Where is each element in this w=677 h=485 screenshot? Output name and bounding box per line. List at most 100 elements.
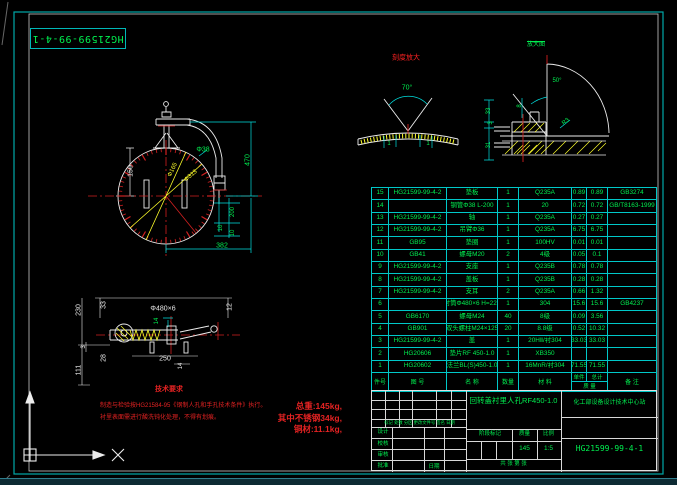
tech-req-line: 制造与检验按HG21584-95《钢制人孔和手孔技术条件》执行。 — [100, 403, 267, 409]
bom-cell: 2 — [498, 286, 519, 298]
bom-row: 3 HG21599-99-4-2 盖 1 20HⅡ/衬304 33.03 33.03 — [372, 335, 656, 349]
bom-cell: 33.03 — [587, 335, 608, 348]
bom-cell: 0.28 — [572, 274, 587, 286]
bom-cell: 0.1 — [587, 249, 608, 261]
bom-cell: 1 — [372, 360, 389, 372]
dim-1-b: 1 — [426, 141, 430, 147]
curved-strip — [357, 132, 459, 146]
bom-cell: 20HⅡ/衬304 — [519, 335, 572, 348]
bom-cell — [608, 225, 656, 236]
bom-cell: Q235A — [519, 188, 572, 200]
bom-cell: 71.55 — [572, 360, 587, 372]
bom-cell: 10.32 — [587, 323, 608, 335]
bom-header-item: 件号 — [372, 372, 389, 391]
bom-cell: HG21599-99-4-2 — [389, 335, 447, 348]
mass-label: 质量 — [518, 431, 530, 437]
bom-cell: 3 — [372, 335, 389, 348]
bom-cell: 71.55 — [587, 360, 608, 372]
bom-cell: 0.89 — [587, 188, 608, 200]
bom-cell — [608, 274, 656, 285]
bom-header-dwg: 图 号 — [389, 372, 447, 391]
bom-cell — [608, 324, 656, 335]
sig-check: 校核 — [377, 440, 389, 447]
hinge-boss — [114, 323, 134, 343]
dim-28: 28 — [100, 354, 108, 362]
bom-cell: 5 — [372, 311, 389, 323]
tech-req-line: 衬里表面需进行酸洗钝化处理，不得有划痕。 — [100, 415, 221, 421]
bom-header-qty: 数量 — [498, 372, 519, 391]
bom-cell: 螺母M20 — [447, 249, 498, 261]
bom-cell: 0.66 — [572, 286, 587, 298]
bom-cell: 1 — [498, 335, 519, 348]
bom-cell: 垫板 — [447, 188, 498, 200]
corner-stamp: HG21599-99-4-1 — [30, 28, 126, 49]
bom-cell: Q235B — [519, 261, 572, 274]
bom-cell — [608, 262, 656, 273]
dim-phi480: Φ480×6 — [150, 305, 176, 313]
slot-right — [181, 179, 188, 209]
bom-cell: 支耳 — [447, 286, 498, 298]
bom-cell: 2 — [498, 249, 519, 261]
bom-cell: 15 — [372, 188, 389, 200]
bom-header: 件号 图 号 名 称 数量 材 料 单件 总计 质 量 备 注 — [372, 372, 656, 391]
view-label-scale-detail: 刻度放大 — [392, 54, 420, 62]
bom-cell: 0.05 — [572, 249, 587, 261]
bom-cell: 20 — [498, 323, 519, 335]
bom-cell — [608, 336, 656, 347]
mass-total: 总重:145kg, — [295, 401, 342, 411]
bom-cell: 1 — [498, 360, 519, 372]
bom-cell: 0.78 — [587, 261, 608, 274]
sig-design: 设计 — [377, 429, 389, 435]
bom-cell: 304 — [519, 298, 572, 311]
bom-table: 15 HG21599-99-4-2 垫板 1 Q235A 0.89 0.89 GB3274 14… — [371, 187, 657, 392]
dim-10-a: 10 — [218, 224, 224, 232]
bom-cell: 9 — [372, 261, 389, 274]
bom-cell: Q235B — [519, 274, 572, 286]
crosshair-x — [111, 448, 125, 462]
bom-cell: GB4237 — [620, 300, 644, 308]
bom-cell: 轴 — [447, 212, 498, 224]
revision-header: 标记 处数 分区 更改文件号 签名 日期 — [384, 420, 455, 425]
dim-470: 470 — [244, 154, 252, 166]
drawing-number: HG21599-99-4-1 — [575, 444, 644, 453]
scale-value: 1:5 — [543, 445, 554, 452]
bom-header-material: 材 料 — [519, 372, 572, 391]
bom-cell — [608, 348, 656, 359]
bom-cell: 20 — [519, 200, 572, 212]
bom-cell: 33.03 — [572, 335, 587, 348]
bom-cell: HG21599-99-4-2 — [389, 212, 447, 224]
bom-cell: HG21599-99-4-2 — [389, 286, 447, 298]
bom-row: 12 HG21599-99-4-2 吊臂Φ36 1 Q235A 6.75 6.75 — [372, 224, 656, 238]
quarter-arc — [546, 63, 610, 134]
sheet-info: 共 张 第 张 — [500, 461, 527, 467]
bom-cell: 垫圈 — [447, 237, 498, 249]
bom-cell: 6 — [372, 298, 389, 311]
bom-row: 15 HG21599-99-4-2 垫板 1 Q235A 0.89 0.89 GB3274 — [372, 188, 656, 201]
bom-cell: 8级 — [519, 311, 572, 323]
bom-row: 4 GB901 双头螺柱M24×125 20 8.8级 0.52 10.32 — [372, 323, 656, 336]
bom-cell: 0.27 — [572, 212, 587, 224]
slot-left — [143, 179, 150, 209]
bom-header-total-weight: 总计 — [591, 374, 603, 381]
title-block: 回转盖衬里人孔RF450-1.0 化工部设备设计技术中心站 HG21599-99… — [371, 390, 658, 472]
bom-cell — [608, 311, 656, 322]
bom-cell: 40 — [498, 311, 519, 323]
bom-header-remark: 备 注 — [625, 380, 639, 387]
bom-cell: 0.28 — [587, 274, 608, 286]
mass-summary: 总重:145kg, 其中不锈钢34kg, 铜材:11.1kg, — [252, 401, 342, 436]
dim-14-mid: 14 — [154, 317, 160, 325]
bom-cell: 0.27 — [587, 212, 608, 224]
bom-cell: 盖 — [447, 335, 498, 348]
dim-1-a: 1 — [387, 141, 391, 147]
cad-drawing-viewport[interactable]: HG21599-99-4-1 Φ38 470 382 200 10 10 150 Φ165 Φ3… — [0, 0, 677, 485]
bom-cell: GB/T8163-1999 — [609, 201, 655, 209]
bom-cell: Q235A — [519, 286, 572, 298]
bom-cell: 1 — [498, 237, 519, 249]
mass-value: 145 — [519, 445, 530, 452]
bom-cell: 12 — [372, 224, 389, 237]
bom-cell — [572, 348, 587, 360]
dim-70deg: 70° — [401, 84, 413, 92]
section-hatch — [502, 122, 607, 156]
bom-cell — [389, 200, 447, 212]
bom-cell: 1.32 — [587, 286, 608, 298]
